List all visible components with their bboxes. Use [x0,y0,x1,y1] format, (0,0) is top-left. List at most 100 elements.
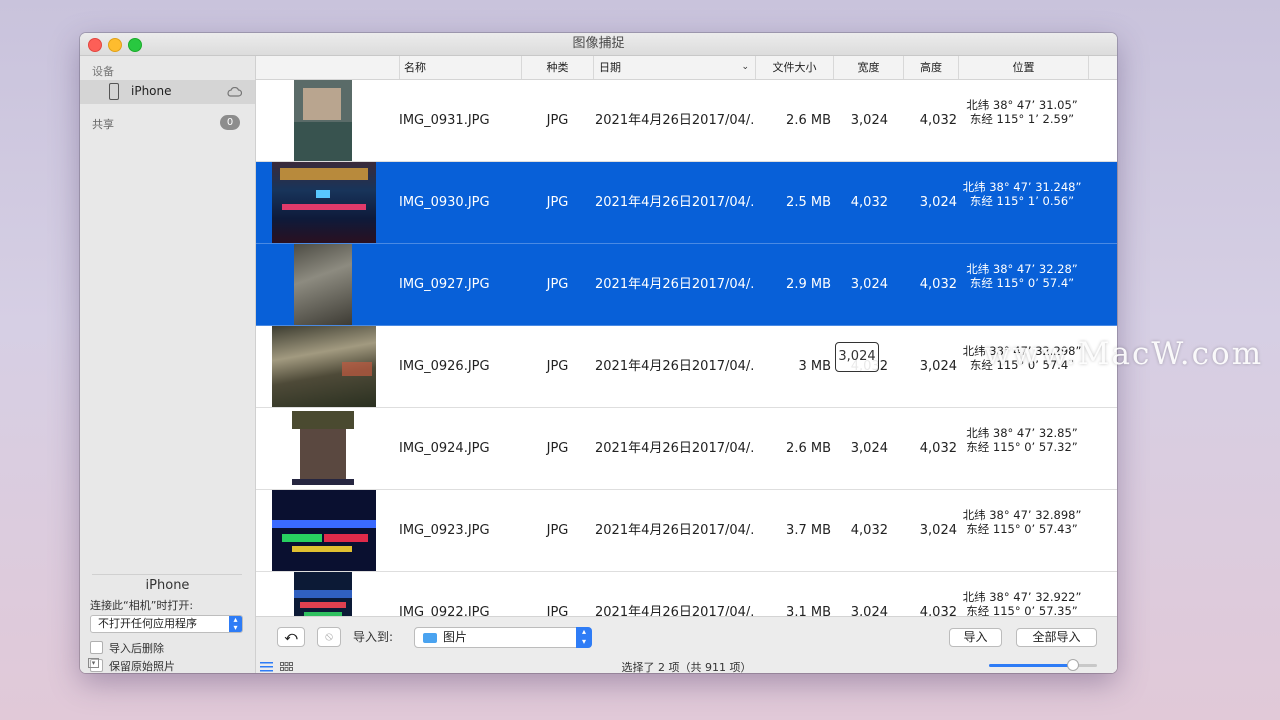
column-header-kind[interactable]: 种类 [521,56,593,79]
rotate-left-button[interactable]: ⤺ [277,627,305,647]
table-row[interactable]: IMG_0927.JPG JPG 2021年4月26日2017/04/... 2.9 … [256,244,1117,326]
table-row[interactable]: IMG_0930.JPG JPG 2021年4月26日2017/04/... 2.5 … [256,162,1117,244]
delete-after-import-label: 导入后删除 [109,642,164,655]
import-all-button[interactable]: 全部导入 [1016,628,1097,647]
cell-location: 北纬 38° 47’ 31.05” 东经 115° 1’ 2.59” [958,80,1086,161]
folder-icon [423,633,437,643]
cell-kind: JPG [546,277,569,292]
photo-thumbnail [294,80,352,161]
delete-disabled-button[interactable]: ⦸ [317,627,341,647]
photo-thumbnail [292,408,354,489]
cell-name: IMG_0927.JPG [399,277,490,292]
cell-kind: JPG [546,523,569,538]
cell-size: 2.5 MB [786,195,831,210]
cell-height: 4,032 [919,113,957,128]
import-destination-select[interactable]: 图片 ▴ ▾ [414,627,592,648]
cell-width: 3,024 [850,277,888,292]
open-app-value: 不打开任何应用程序 [98,617,197,630]
column-header-name[interactable]: 名称 [399,56,521,79]
cell-width: 3,024 [850,605,888,616]
import-button[interactable]: 导入 [949,628,1002,647]
thumbnail-size-slider[interactable] [989,659,1097,671]
shared-header: 共享 [92,118,114,131]
column-header-date-label: 日期 [599,61,621,74]
location-longitude: 东经 115° 0’ 57.32” [966,440,1078,454]
cell-kind: JPG [546,605,569,616]
location-longitude: 东经 115° 1’ 0.56” [969,194,1075,208]
cell-width: 3,024 [850,441,888,456]
devices-header: 设备 [92,65,114,78]
cell-name: IMG_0931.JPG [399,113,490,128]
column-header-height[interactable]: 高度 [903,56,958,79]
location-latitude: 北纬 38° 47’ 32.922” [962,590,1082,604]
column-header-location[interactable]: 位置 [958,56,1088,79]
iphone-icon [109,83,119,100]
cell-size: 3.7 MB [786,523,831,538]
location-longitude: 东经 115° 0’ 57.4” [969,276,1075,290]
cell-name: IMG_0930.JPG [399,195,490,210]
close-window-button[interactable] [88,38,102,52]
location-latitude: 北纬 38° 47’ 31.248” [962,180,1082,194]
cell-size: 3.1 MB [786,605,831,616]
zoom-window-button[interactable] [128,38,142,52]
cell-name: IMG_0926.JPG [399,359,490,374]
cell-date: 2021年4月26日2017/04/... [595,441,755,456]
column-header-size[interactable]: 文件大小 [755,56,833,79]
table-row[interactable]: IMG_0924.JPG JPG 2021年4月26日2017/04/... 2.6 … [256,408,1117,490]
import-to-label: 导入到: [353,630,394,644]
title-bar: 图像捕捉 [80,33,1117,56]
cell-location: 北纬 38° 47’ 32.85” 东经 115° 0’ 57.32” [958,408,1086,489]
photo-thumbnail [294,244,352,325]
cell-location: 北纬 38° 47’ 32.28” 东经 115° 0’ 57.4” [958,244,1086,325]
image-capture-window: 图像捕捉 设备 iPhone 共享 0 iPhone 连接此“相机”时打开: 不… [80,33,1117,673]
minimize-window-button[interactable] [108,38,122,52]
photo-thumbnail [272,326,376,407]
device-section-title: iPhone [145,578,190,593]
delete-after-import-checkbox[interactable] [90,641,103,654]
cell-width: 4,032 [850,195,888,210]
cell-date: 2021年4月26日2017/04/... [595,277,755,292]
cell-size: 3 MB [798,359,831,374]
location-latitude: 北纬 38° 47’ 32.28” [966,262,1078,276]
cell-location: 北纬 38° 47’ 32.898” 东经 115° 0’ 57.43” [958,490,1086,571]
cell-size: 2.6 MB [786,441,831,456]
toggle-sidebar-panel-icon[interactable]: ▾ [88,658,99,668]
cell-date: 2021年4月26日2017/04/... [595,195,755,210]
cell-date: 2021年4月26日2017/04/... [595,113,755,128]
table-row[interactable]: IMG_0922.JPG JPG 2021年4月26日2017/04/... 3.1 … [256,572,1117,616]
cloud-icon [227,87,242,97]
column-header-width[interactable]: 宽度 [833,56,903,79]
cell-kind: JPG [546,195,569,210]
location-longitude: 东经 115° 1’ 2.59” [969,112,1075,126]
selection-status: 选择了 2 项（共 911 项） [621,661,752,673]
sidebar-divider [92,574,242,575]
cell-height: 3,024 [919,359,957,374]
window-title: 图像捕捉 [572,36,625,51]
device-label: iPhone [131,84,172,98]
cell-location: 北纬 38° 47’ 32.922” 东经 115° 0’ 57.35” [958,572,1086,616]
column-header-bar: 名称 种类 日期 ⌄ 文件大小 宽度 高度 位置 [256,56,1117,80]
import-destination-value: 图片 [443,630,468,644]
table-row[interactable]: IMG_0931.JPG JPG 2021年4月26日2017/04/... 2.6 … [256,80,1117,162]
cell-kind: JPG [546,113,569,128]
cell-location: 北纬 38° 47’ 31.248” 东经 115° 1’ 0.56” [958,162,1086,243]
sidebar-item-iphone[interactable]: iPhone [80,80,255,104]
footer-bar: ⤺ ⦸ 导入到: 图片 ▴ ▾ 导入 全部导入 选择了 2 项（共 911 项） [256,616,1117,673]
location-latitude: 北纬 38° 47’ 31.05” [966,98,1078,112]
table-row[interactable]: IMG_0923.JPG JPG 2021年4月26日2017/04/... 3.7 … [256,490,1117,572]
open-app-select[interactable]: 不打开任何应用程序 ▴ ▾ [90,615,243,633]
cell-height: 4,032 [919,605,957,616]
chevron-down-icon: ⌄ [741,62,749,72]
cell-kind: JPG [546,359,569,374]
shared-count-badge: 0 [220,115,240,130]
column-header-date[interactable]: 日期 ⌄ [593,56,755,79]
delete-after-import-row[interactable]: 导入后删除 [90,640,164,656]
cell-name: IMG_0924.JPG [399,441,490,456]
cell-kind: JPG [546,441,569,456]
keep-originals-row[interactable]: 保留原始照片 [90,658,175,673]
keep-originals-label: 保留原始照片 [109,660,175,673]
cell-height: 4,032 [919,277,957,292]
photo-thumbnail [272,490,376,571]
cell-name: IMG_0923.JPG [399,523,490,538]
photo-thumbnail [294,572,352,616]
